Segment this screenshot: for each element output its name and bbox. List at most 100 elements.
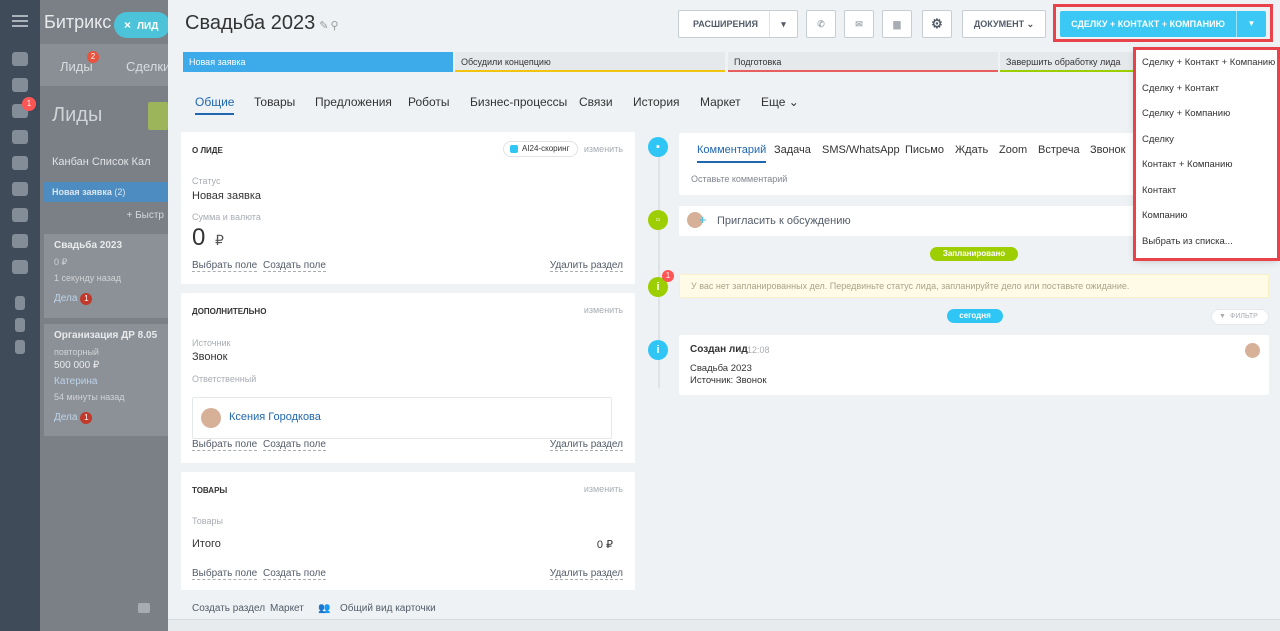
horizontal-scrollbar[interactable] bbox=[168, 619, 1280, 631]
tab-products[interactable]: Товары bbox=[254, 95, 295, 109]
tab-general[interactable]: Общие bbox=[195, 95, 235, 115]
close-slider-button[interactable]: × ЛИД bbox=[114, 12, 170, 38]
bg-page-title: Лиды bbox=[52, 104, 103, 126]
filter-button[interactable]: ▼ ФИЛЬТР bbox=[1211, 309, 1269, 325]
database-icon[interactable] bbox=[12, 234, 28, 248]
entry-line: Источник: Звонок bbox=[690, 375, 767, 386]
gear-icon[interactable]: ⚙ bbox=[922, 10, 952, 38]
ai-icon bbox=[510, 145, 518, 153]
tab-offers[interactable]: Предложения bbox=[315, 95, 392, 109]
field-label: Статус bbox=[192, 176, 221, 186]
comment-icon: ▪ bbox=[648, 137, 668, 157]
edit-pencil-icon[interactable]: ✎ bbox=[319, 20, 328, 32]
plus-icon[interactable]: + bbox=[699, 212, 707, 228]
menu-icon[interactable] bbox=[12, 15, 28, 27]
edit-link[interactable]: изменить bbox=[584, 144, 623, 154]
check-circle-icon[interactable] bbox=[12, 260, 28, 274]
sitemap-icon[interactable] bbox=[15, 296, 25, 310]
cart-icon[interactable] bbox=[12, 156, 28, 170]
entry-time: 12:08 bbox=[747, 345, 770, 355]
common-view-link[interactable]: Общий вид карточки bbox=[340, 603, 436, 614]
close-label: ЛИД bbox=[137, 21, 159, 32]
field-label: Источник bbox=[192, 338, 231, 348]
comment-input[interactable]: Оставьте комментарий bbox=[691, 174, 787, 184]
invite-label[interactable]: Пригласить к обсуждению bbox=[717, 215, 851, 227]
stage-new[interactable]: Новая заявка bbox=[183, 52, 453, 72]
editor-tab-email[interactable]: Письмо bbox=[905, 144, 944, 156]
card-deals: Дела 1 bbox=[54, 293, 158, 305]
editor-tab-task[interactable]: Задача bbox=[774, 144, 811, 156]
avatar bbox=[201, 408, 221, 428]
create-section-link[interactable]: Создать раздел bbox=[192, 603, 265, 614]
bg-add-button bbox=[148, 102, 168, 130]
chevron-down-icon: ⌄ bbox=[1026, 19, 1035, 29]
field-value[interactable]: Новая заявка bbox=[192, 190, 261, 202]
contacts-icon[interactable] bbox=[12, 182, 28, 196]
editor-tab-comment[interactable]: Комментарий bbox=[697, 144, 767, 163]
stage-concept[interactable]: Обсудили концепцию bbox=[455, 52, 725, 72]
responsible-name[interactable]: Ксения Городкова bbox=[229, 411, 321, 423]
choose-field-link[interactable]: Выбрать поле bbox=[192, 568, 258, 580]
rail-badge: 1 bbox=[22, 97, 36, 111]
phone-icon[interactable]: ✆ bbox=[806, 10, 836, 38]
card-sum: 0 ₽ bbox=[54, 257, 68, 267]
chat-icon[interactable]: ▆ bbox=[882, 10, 912, 38]
card-deals-badge: 1 bbox=[80, 412, 93, 424]
card-time: 54 минуты назад bbox=[54, 392, 125, 402]
lead-title[interactable]: Свадьба 2023 bbox=[185, 12, 315, 34]
tab-market[interactable]: Маркет bbox=[700, 95, 741, 109]
market-link[interactable]: Маркет bbox=[270, 603, 304, 614]
page-title: Свадьба 2023 ✎ ⚲ bbox=[185, 12, 339, 35]
extensions-button[interactable]: РАСШИРЕНИЯ ▾ bbox=[678, 10, 798, 38]
close-icon: × bbox=[124, 18, 132, 32]
delete-section-link[interactable]: Удалить раздел bbox=[549, 439, 623, 451]
delete-section-link[interactable]: Удалить раздел bbox=[549, 568, 623, 580]
stage-finish[interactable]: Завершить обработку лида bbox=[1000, 52, 1135, 72]
editor-tab-meeting[interactable]: Встреча bbox=[1038, 144, 1080, 156]
tab-history[interactable]: История bbox=[633, 95, 680, 109]
android-icon[interactable] bbox=[12, 208, 28, 222]
editor-tab-zoom[interactable]: Zoom bbox=[999, 144, 1027, 156]
editor-tab-sms[interactable]: SMS/WhatsApp bbox=[822, 144, 900, 156]
chevron-down-icon[interactable]: ▾ bbox=[769, 11, 797, 37]
document-button[interactable]: ДОКУМЕНТ ⌄ bbox=[962, 10, 1046, 38]
choose-field-link[interactable]: Выбрать поле bbox=[192, 260, 258, 272]
card-title: Организация ДР 8.05 bbox=[54, 330, 158, 341]
responsible-box[interactable]: Ксения Городкова bbox=[192, 397, 612, 439]
mail-icon[interactable]: ✉ bbox=[844, 10, 874, 38]
bg-tabs: Лиды 2 Сделки bbox=[40, 44, 170, 86]
delete-section-link[interactable]: Удалить раздел bbox=[549, 260, 623, 272]
bg-view-switch: Канбан Список Кал bbox=[52, 156, 151, 168]
tab-relations[interactable]: Связи bbox=[579, 95, 613, 109]
tab-deals[interactable]: Сделки bbox=[126, 59, 170, 74]
editor-tab-wait[interactable]: Ждать bbox=[955, 144, 988, 156]
filter-icon: ▼ bbox=[1219, 313, 1226, 320]
create-field-link[interactable]: Создать поле bbox=[263, 439, 326, 451]
tab-more[interactable]: Еще ⌄ bbox=[761, 95, 799, 109]
document-label: ДОКУМЕНТ bbox=[973, 19, 1025, 29]
currency-symbol: ₽ bbox=[215, 232, 224, 248]
tab-bizproc[interactable]: Бизнес-процессы bbox=[470, 95, 567, 109]
ai-scoring-badge[interactable]: AI24-скоринг bbox=[503, 141, 579, 157]
link-icon[interactable]: ⚲ bbox=[330, 20, 338, 32]
stage-prepare[interactable]: Подготовка bbox=[728, 52, 998, 72]
tab-robots[interactable]: Роботы bbox=[408, 95, 450, 109]
card-sum: 500 000 ₽ bbox=[54, 360, 100, 371]
card-deals-label: Дела bbox=[54, 412, 78, 423]
rocket-icon[interactable] bbox=[12, 52, 28, 66]
sum-value[interactable]: 0 bbox=[192, 224, 205, 252]
choose-field-link[interactable]: Выбрать поле bbox=[192, 439, 258, 451]
field-label: Ответственный bbox=[192, 374, 257, 384]
filter-label: ФИЛЬТР bbox=[1230, 313, 1258, 320]
create-field-link[interactable]: Создать поле bbox=[263, 260, 326, 272]
create-field-link[interactable]: Создать поле bbox=[263, 568, 326, 580]
gear-icon[interactable] bbox=[15, 318, 25, 332]
edit-link[interactable]: изменить bbox=[584, 484, 623, 494]
field-value[interactable]: Звонок bbox=[192, 351, 228, 363]
edit-link[interactable]: изменить bbox=[584, 305, 623, 315]
plus-icon[interactable] bbox=[15, 340, 25, 354]
tasks-icon[interactable] bbox=[12, 78, 28, 92]
notice-badge: 1 bbox=[662, 270, 674, 282]
editor-tab-call[interactable]: Звонок bbox=[1090, 144, 1126, 156]
target-icon[interactable] bbox=[12, 130, 28, 144]
